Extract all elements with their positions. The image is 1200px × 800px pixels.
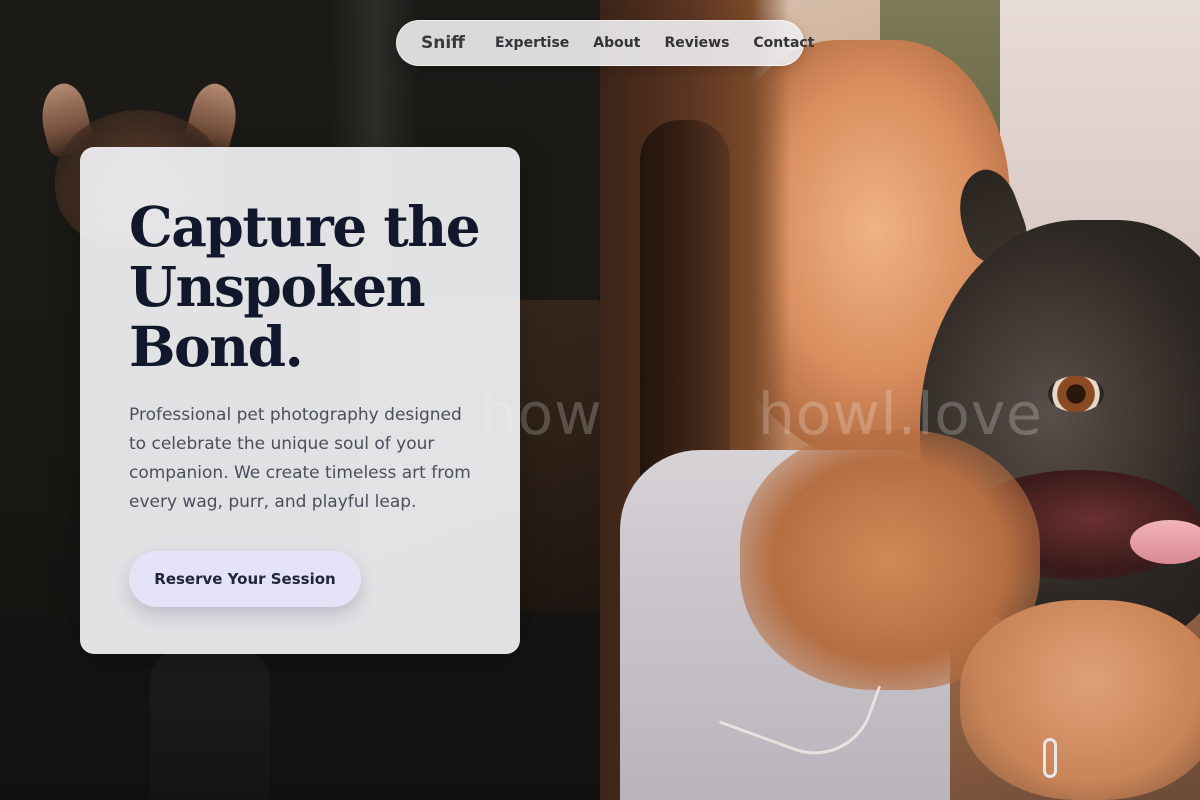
ring <box>1043 738 1057 778</box>
hero-headline: Capture the Unspoken Bond. <box>129 194 481 379</box>
nav-link-expertise[interactable]: Expertise <box>495 35 569 51</box>
nav-link-contact[interactable]: Contact <box>753 35 814 51</box>
hero-description: Professional pet photography designed to… <box>129 405 471 512</box>
pug-tongue <box>1130 520 1200 564</box>
top-nav: Sniff Expertise About Reviews Contact <box>396 20 814 66</box>
brand-logo[interactable]: Sniff <box>421 33 465 53</box>
headline-line-3: Bond. <box>129 314 304 379</box>
hero-card: Capture the Unspoken Bond. Professional … <box>80 147 520 654</box>
headline-line-1: Capture the <box>129 194 481 259</box>
nav-link-reviews[interactable]: Reviews <box>664 35 729 51</box>
nav-link-about[interactable]: About <box>593 35 640 51</box>
woman-hand-lower <box>960 600 1200 800</box>
headline-line-2: Unspoken <box>129 254 426 319</box>
pug-eye <box>1048 376 1104 412</box>
reserve-session-button[interactable]: Reserve Your Session <box>129 551 361 607</box>
person-legs <box>150 650 270 800</box>
watermark-right: howl.love <box>758 380 1043 448</box>
